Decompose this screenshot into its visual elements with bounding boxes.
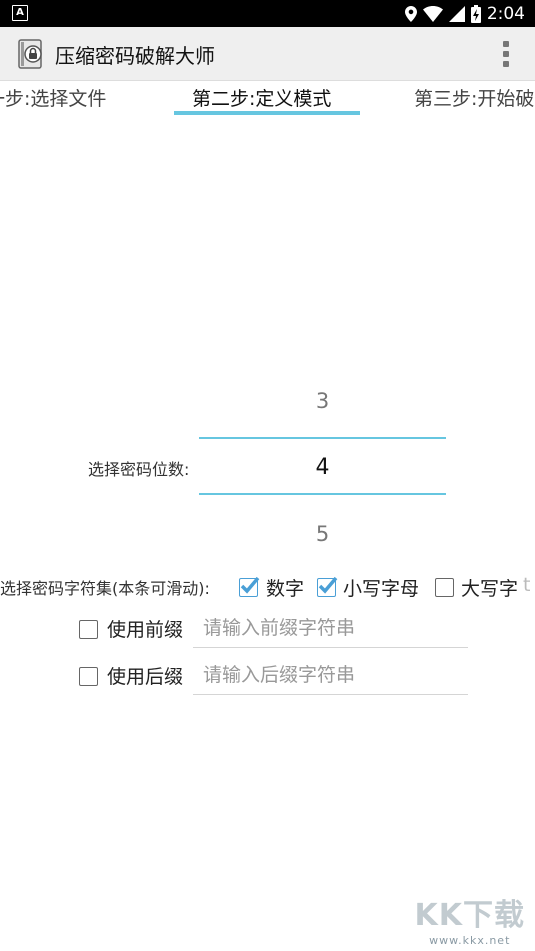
status-bar: A 2:04 [0, 0, 535, 27]
tab-start-crack[interactable]: 第三步:开始破 [414, 84, 534, 111]
app-title: 压缩密码破解大师 [55, 44, 215, 68]
prefix-input[interactable] [193, 609, 468, 648]
suffix-row: 使用后缀 [0, 656, 535, 700]
charset-overflow-text: t [523, 574, 531, 596]
tab-select-file[interactable]: 一步:选择文件 [0, 84, 106, 111]
uppercase-label[interactable]: 大写字 [461, 574, 518, 601]
watermark-logo: KK下载 [414, 898, 525, 933]
signal-icon [448, 6, 465, 22]
watermark: KK下载 www.kkx.net [415, 890, 526, 947]
picker-next-value[interactable]: 5 [199, 522, 446, 546]
tab-indicator [174, 111, 360, 115]
a-notification-icon: A [12, 5, 28, 21]
picker-prev-value[interactable]: 3 [199, 389, 446, 413]
charset-scroll-row[interactable]: 选择密码字符集(本条可滑动): 数字 小写字母 大写字 t [0, 571, 535, 603]
step-tabs: 一步:选择文件 第二步:定义模式 第三步:开始破 [0, 80, 535, 118]
digit-picker-label: 选择密码位数: [88, 460, 190, 479]
watermark-url: www.kkx.net [429, 934, 511, 947]
location-icon [404, 6, 417, 22]
lowercase-label[interactable]: 小写字母 [343, 574, 419, 601]
wifi-icon [422, 6, 443, 22]
prefix-label[interactable]: 使用前缀 [107, 615, 183, 642]
status-time: 2:04 [486, 4, 525, 24]
suffix-input[interactable] [193, 656, 468, 695]
picker-current-value[interactable]: 4 [199, 455, 446, 480]
picker-divider-bottom [199, 493, 446, 495]
digits-checkbox[interactable] [239, 576, 260, 597]
prefix-checkbox[interactable] [79, 620, 98, 639]
zip-lock-icon [16, 39, 46, 69]
charset-label: 选择密码字符集(本条可滑动): [0, 579, 210, 598]
tab-define-mode[interactable]: 第二步:定义模式 [192, 84, 331, 111]
digits-label[interactable]: 数字 [266, 574, 304, 601]
uppercase-checkbox[interactable] [435, 578, 454, 597]
suffix-checkbox[interactable] [79, 667, 98, 686]
battery-charging-icon [470, 5, 481, 23]
picker-divider-top [199, 437, 446, 439]
overflow-menu-icon[interactable] [503, 41, 509, 67]
app-toolbar: 压缩密码破解大师 [0, 27, 535, 81]
suffix-label[interactable]: 使用后缀 [107, 662, 183, 689]
lowercase-checkbox[interactable] [317, 576, 338, 597]
prefix-row: 使用前缀 [0, 609, 535, 653]
